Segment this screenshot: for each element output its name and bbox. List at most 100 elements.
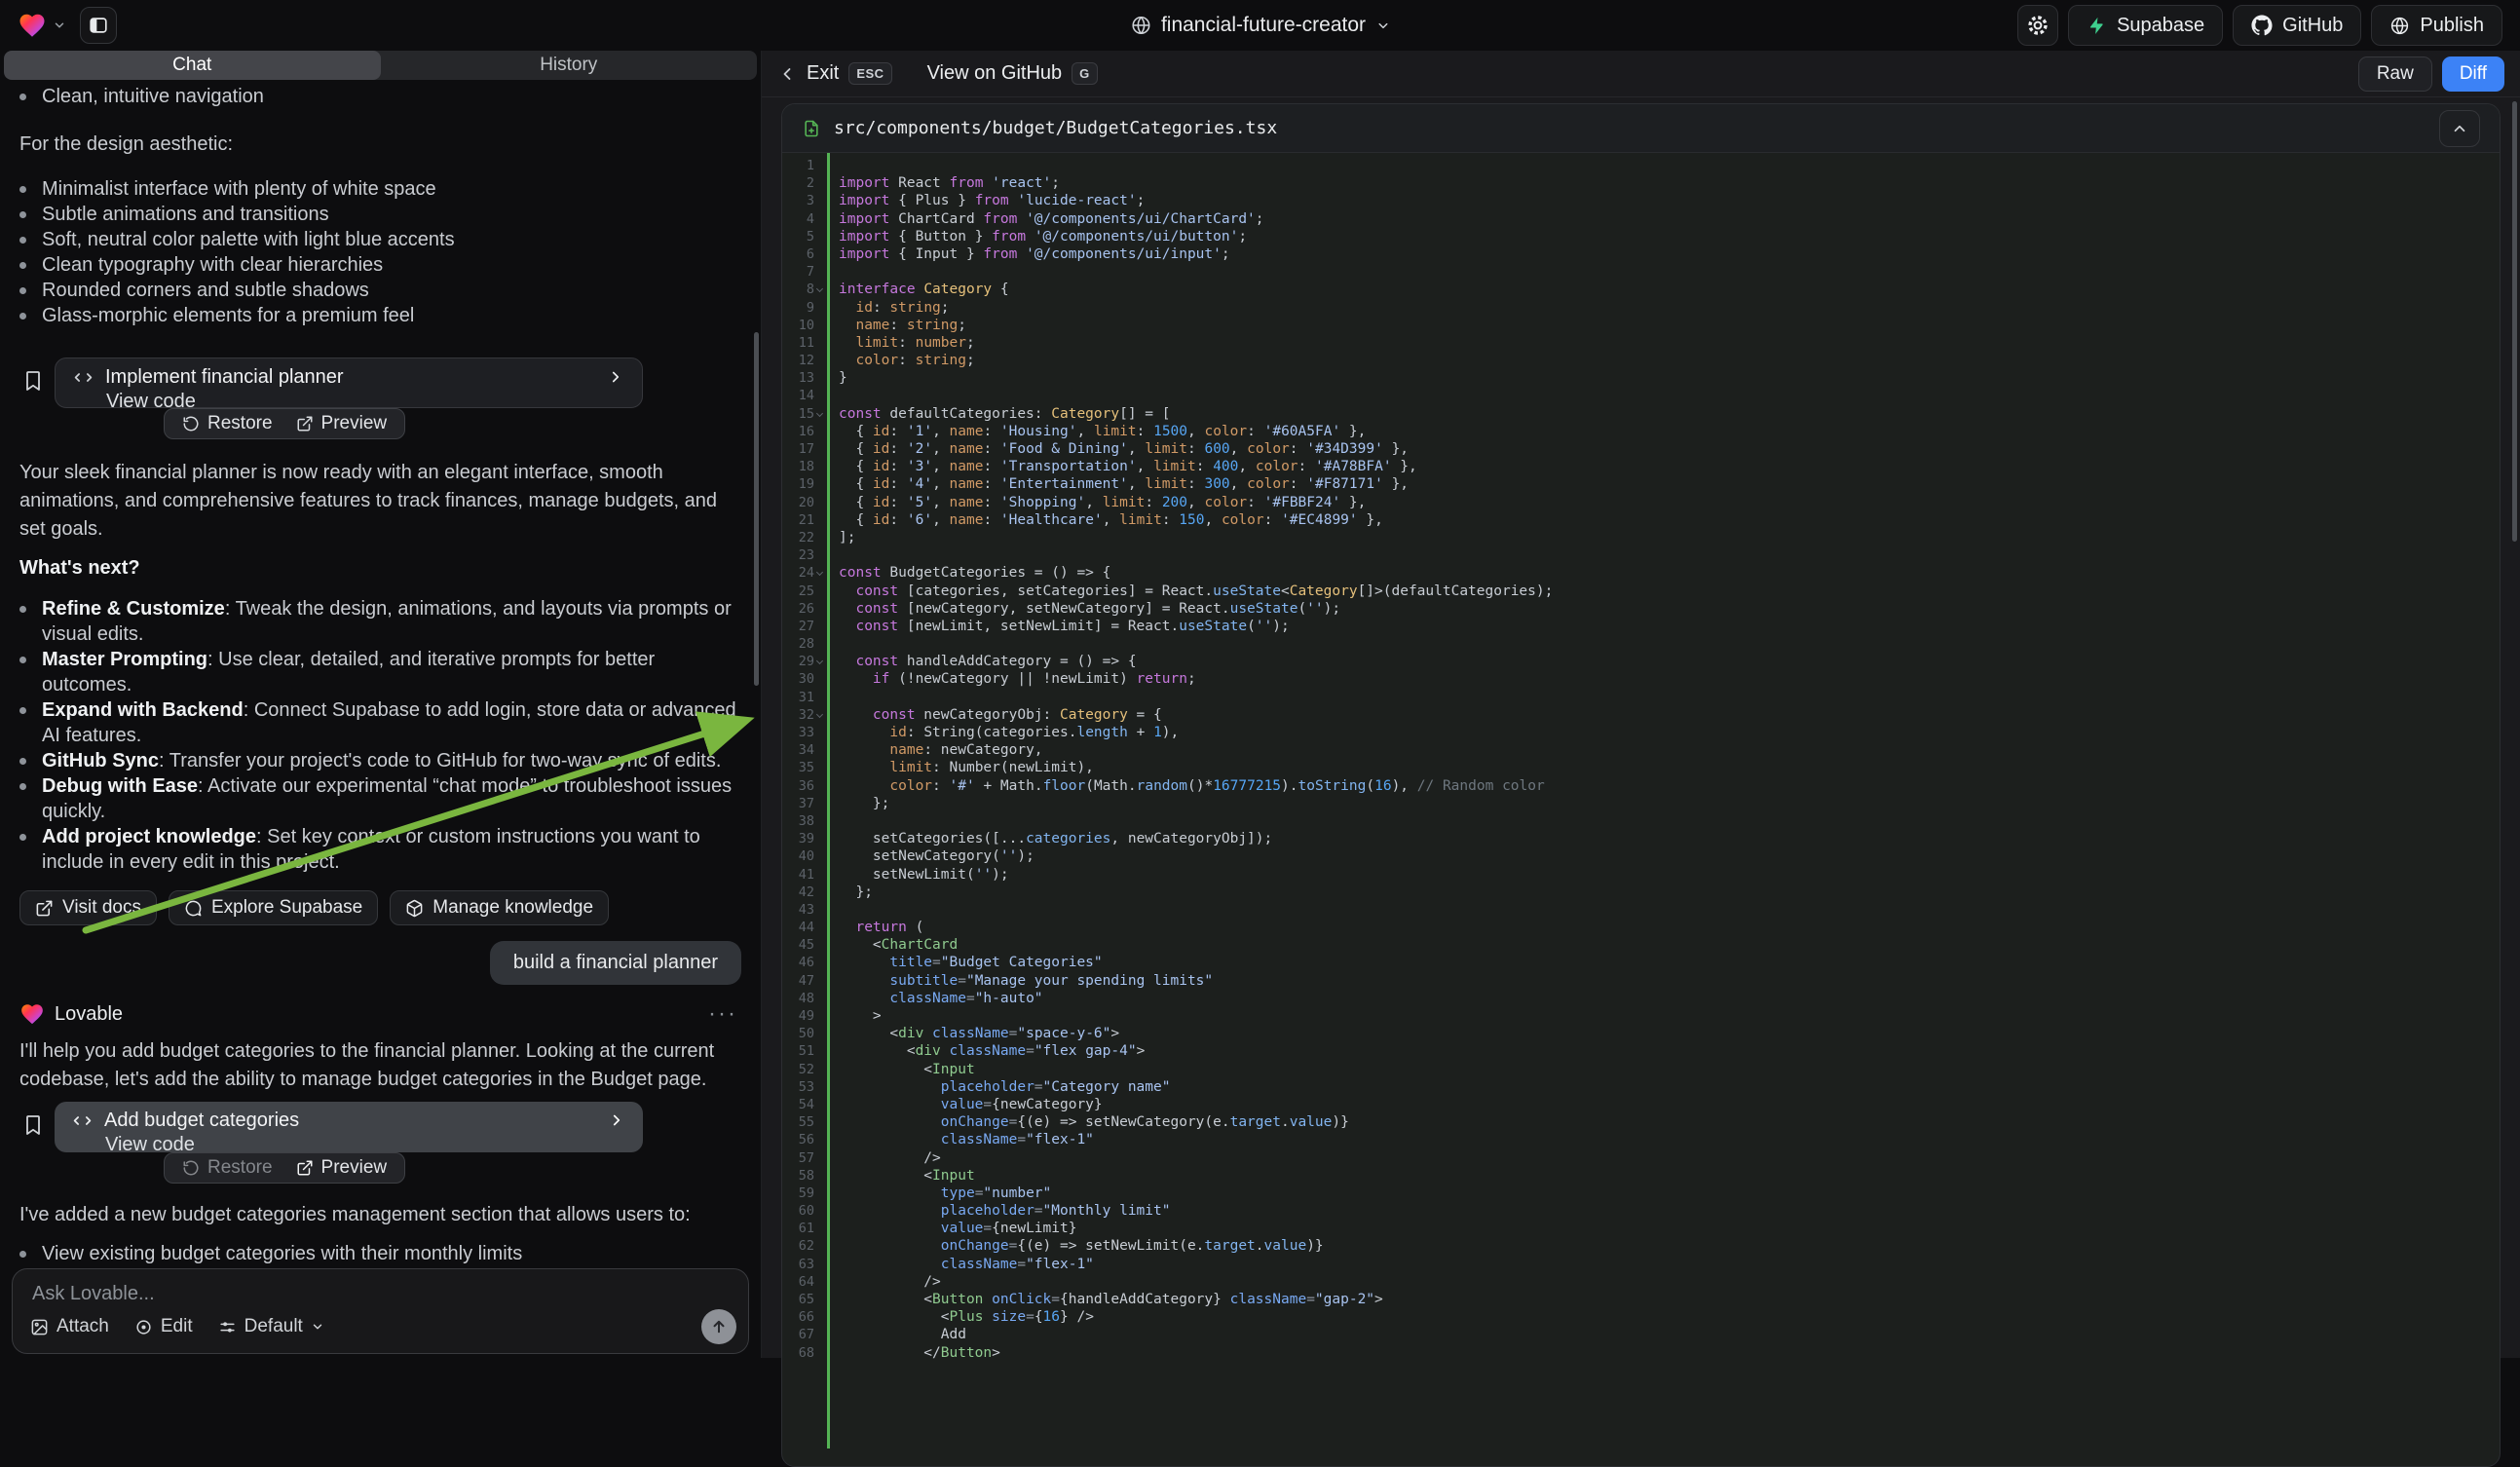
line-number: 28 [782,635,827,653]
line-number: 49 [782,1007,827,1025]
version-card-implement-financial-planner[interactable]: Implement financial planner View code [55,357,643,408]
design-bullet-list: Minimalist interface with plenty of whit… [19,176,741,328]
line-number: 10 [782,317,827,334]
file-header[interactable]: src/components/budget/BudgetCategories.t… [782,104,2500,153]
chevron-down-icon [311,1320,324,1334]
bookmark-icon[interactable] [21,369,45,393]
list-item: View existing budget categories with the… [19,1241,741,1266]
code-line: placeholder="Category name" [839,1078,2500,1096]
code-line: ]; [839,529,2500,546]
assistant-paragraph: Your sleek financial planner is now read… [19,459,741,544]
code-line: { id: '5', name: 'Shopping', limit: 200,… [839,494,2500,511]
chat-scrollbar[interactable] [754,332,759,686]
line-number: 5 [782,228,827,245]
bookmark-icon[interactable] [21,1113,45,1137]
line-number: 48 [782,990,827,1007]
tab-chat[interactable]: Chat [4,51,381,80]
collapse-file-button[interactable] [2439,110,2480,147]
restore-button[interactable]: Restore [172,413,282,434]
code-line: <Input [839,1167,2500,1185]
visit-docs-button[interactable]: Visit docs [19,890,157,925]
attach-button[interactable]: Attach [30,1316,109,1337]
mode-selector[interactable]: Default [218,1316,324,1337]
topbar: financial-future-creator Supabase GitHub [0,0,2520,51]
diff-toggle-button[interactable]: Diff [2442,56,2504,92]
code-line: id: string; [839,299,2500,317]
restore-button[interactable]: Restore [172,1157,282,1179]
preview-button[interactable]: Preview [286,1157,397,1179]
explore-supabase-button[interactable]: Explore Supabase [169,890,378,925]
line-number: 31 [782,689,827,706]
github-icon [2251,15,2273,36]
code-line: name: string; [839,317,2500,334]
publish-button[interactable]: Publish [2371,5,2502,46]
code-line: const defaultCategories: Category[] = [ [839,405,2500,423]
image-icon [30,1318,49,1336]
exit-button[interactable]: Exit ESC [777,62,892,85]
line-number: 59 [782,1185,827,1202]
line-number: 23 [782,546,827,564]
gear-icon [2026,14,2050,37]
line-number: 51 [782,1042,827,1060]
chat-message-list[interactable]: Clean, intuitive navigation For the desi… [0,82,761,1266]
line-number: 58 [782,1167,827,1185]
version-title: Add budget categories [104,1110,596,1132]
code-line: import ChartCard from '@/components/ui/C… [839,210,2500,228]
line-number: 14 [782,387,827,404]
manage-knowledge-button[interactable]: Manage knowledge [390,890,609,925]
code-line: color: '#' + Math.floor(Math.random()*16… [839,777,2500,795]
target-icon [134,1318,153,1336]
supabase-button[interactable]: Supabase [2068,5,2223,46]
code-line [839,387,2500,404]
line-number: 52 [782,1061,827,1078]
version-card-block: Add budget categories View code Restore [19,1102,741,1184]
project-switcher[interactable]: financial-future-creator [1130,14,1390,37]
github-button[interactable]: GitHub [2233,5,2361,46]
code-line: placeholder="Monthly limit" [839,1202,2500,1220]
line-number: 37 [782,795,827,812]
code-line: onChange={(e) => setNewLimit(e.target.va… [839,1237,2500,1255]
edit-button[interactable]: Edit [134,1316,193,1337]
list-item: Debug with Ease: Activate our experiment… [19,773,741,824]
user-message-row: build a financial planner [19,941,741,985]
code-line: <Plus size={16} /> [839,1308,2500,1326]
settings-button[interactable] [2017,5,2058,46]
line-number: 9 [782,299,827,317]
code-line: limit: number; [839,334,2500,352]
line-number: 63 [782,1256,827,1273]
list-item: Rounded corners and subtle shadows [19,278,741,303]
restore-icon [182,415,200,433]
design-heading: For the design aesthetic: [19,131,741,159]
tab-history[interactable]: History [381,51,758,80]
version-card-add-budget-categories[interactable]: Add budget categories View code [55,1102,643,1152]
chat-input[interactable] [32,1283,729,1305]
chevron-right-icon [608,1111,625,1129]
preview-button[interactable]: Preview [286,413,397,434]
raw-toggle-button[interactable]: Raw [2358,56,2432,92]
code-scrollbar[interactable] [2512,101,2517,542]
chevron-left-icon [777,64,797,84]
list-item: Clean, intuitive navigation [19,84,741,109]
message-menu-icon[interactable]: ··· [708,1000,741,1028]
code-line: Add [839,1326,2500,1343]
code-line: const newCategoryObj: Category = { [839,706,2500,724]
code-line [839,157,2500,174]
code-line: setCategories([...categories, newCategor… [839,830,2500,847]
code-line [839,263,2500,281]
line-number: 15 [782,405,827,423]
line-number: 68 [782,1344,827,1362]
view-on-github-button[interactable]: View on GitHub G [927,62,1098,85]
line-number: 65 [782,1291,827,1308]
chat-composer: Attach Edit Default [12,1268,749,1354]
line-number: 26 [782,600,827,618]
lovable-logo-menu[interactable] [18,11,66,40]
lovable-heart-icon [18,11,47,40]
code-lines[interactable]: import React from 'react';import { Plus … [830,153,2500,1448]
code-line: { id: '3', name: 'Transportation', limit… [839,458,2500,475]
line-number: 21 [782,511,827,529]
toggle-sidebar-button[interactable] [80,7,117,44]
send-button[interactable] [701,1309,736,1344]
esc-kbd-badge: ESC [848,62,891,85]
version-actions: Restore Preview [164,408,405,439]
line-number: 46 [782,954,827,971]
